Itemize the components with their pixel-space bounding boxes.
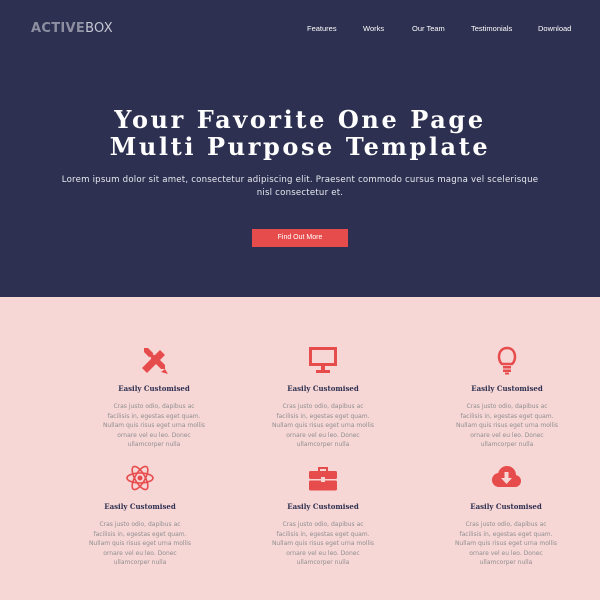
briefcase-icon	[307, 463, 339, 493]
nav-link-testimonials[interactable]: Testimonials	[471, 24, 512, 33]
find-out-more-button[interactable]: Find Out More	[252, 229, 348, 247]
feature-card: Easily Customised Cras justo odio, dapib…	[436, 463, 576, 568]
features-section: Easily Customised Cras justo odio, dapib…	[0, 297, 600, 600]
feature-description: Cras justo odio, dapibus ac facilisis in…	[455, 403, 559, 448]
feature-description: Cras justo odio, dapibus ac facilisis in…	[271, 521, 375, 566]
nav-link-features[interactable]: Features	[307, 24, 337, 33]
feature-title: Easily Customised	[104, 502, 176, 511]
feature-description: Cras justo odio, dapibus ac facilisis in…	[102, 403, 206, 448]
hero-headline-line2: Multi Purpose Template	[109, 132, 491, 161]
lightbulb-icon	[491, 345, 523, 375]
feature-title: Easily Customised	[118, 384, 190, 393]
feature-card: Easily Customised Cras justo odio, dapib…	[84, 345, 224, 450]
hero-headline: Your Favorite One Page Multi Purpose Tem…	[0, 106, 600, 160]
atom-icon	[124, 463, 156, 493]
feature-title: Easily Customised	[470, 502, 542, 511]
feature-description: Cras justo odio, dapibus ac facilisis in…	[88, 521, 192, 566]
main-nav: Features Works Our Team Testimonials Dow…	[0, 24, 600, 36]
feature-description: Cras justo odio, dapibus ac facilisis in…	[271, 403, 375, 448]
pencil-ruler-icon	[138, 345, 170, 375]
feature-title: Easily Customised	[287, 502, 359, 511]
feature-description: Cras justo odio, dapibus ac facilisis in…	[454, 521, 558, 566]
feature-card: Easily Customised Cras justo odio, dapib…	[253, 463, 393, 568]
hero-subtitle: Lorem ipsum dolor sit amet, consectetur …	[61, 175, 539, 198]
nav-link-works[interactable]: Works	[363, 24, 384, 33]
hero-headline-line1: Your Favorite One Page	[114, 105, 486, 134]
hero-section: ACTIVEBOX Features Works Our Team Testim…	[0, 0, 600, 297]
feature-title: Easily Customised	[471, 384, 543, 393]
cloud-download-icon	[490, 463, 522, 493]
feature-card: Easily Customised Cras justo odio, dapib…	[437, 345, 577, 450]
feature-title: Easily Customised	[287, 384, 359, 393]
nav-link-download[interactable]: Download	[538, 24, 571, 33]
feature-card: Easily Customised Cras justo odio, dapib…	[70, 463, 210, 568]
feature-card: Easily Customised Cras justo odio, dapib…	[253, 345, 393, 450]
nav-link-our-team[interactable]: Our Team	[412, 24, 445, 33]
monitor-icon	[307, 345, 339, 375]
